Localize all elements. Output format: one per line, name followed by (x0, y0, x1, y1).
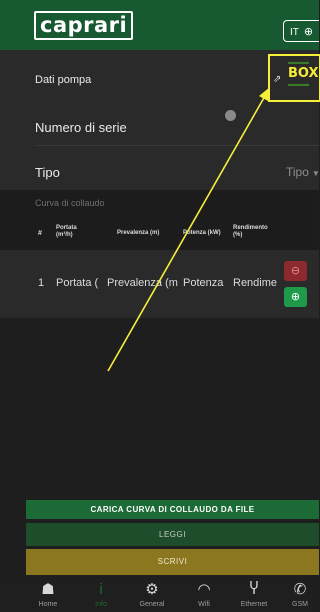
serial-number-label: Numero di serie (35, 120, 127, 135)
load-curve-file-button[interactable]: CARICA CURVA DI COLLAUDO DA FILE (26, 500, 319, 519)
info-icon: i (99, 581, 103, 598)
nav-wifi-label: Wifi (198, 601, 210, 608)
rendimento-input[interactable]: Rendime (233, 277, 279, 289)
write-button[interactable]: SCRIVI (26, 549, 319, 575)
type-select[interactable]: Tipo ▼ (286, 165, 320, 179)
nav-general[interactable]: ⚙ General (127, 577, 177, 612)
language-selector[interactable]: IT ⊕ (283, 20, 319, 42)
minus-circle-icon: ⊖ (290, 265, 301, 277)
curve-table-header: # Portata (m³/h) Prevalenza (m) Potenza … (0, 214, 319, 250)
nav-general-label: General (139, 601, 165, 608)
curve-table-row: 1 Portata ( Prevalenza (m Potenza Rendim… (0, 250, 319, 318)
pump-data-label: Dati pompa (35, 74, 92, 86)
wifi-icon: ◠ (197, 581, 211, 598)
language-code: IT (290, 27, 299, 38)
nav-wifi[interactable]: ◠ Wifi (179, 577, 229, 612)
nav-home-label: Home (38, 601, 58, 608)
potenza-input[interactable]: Potenza (183, 277, 229, 289)
col-rendimento: Rendimento (%) (233, 225, 268, 239)
bottom-navigation: ☗ Home i Info ⚙ General ◠ Wifi Ⴤ Etherne… (0, 577, 319, 612)
col-portata-line1: Portata (56, 225, 77, 231)
type-select-value: Tipo (286, 165, 309, 179)
nav-home[interactable]: ☗ Home (23, 577, 73, 612)
add-row-button[interactable]: ⊕ (284, 287, 307, 307)
plus-circle-icon: ⊕ (290, 291, 301, 303)
chevron-down-icon: ▼ (311, 169, 320, 178)
prevalenza-input[interactable]: Prevalenza (m (107, 277, 178, 289)
read-button[interactable]: LEGGI (26, 523, 319, 546)
row-index: 1 (38, 277, 45, 289)
phone-icon: ✆ (293, 581, 307, 598)
curve-title: Curva di collaudo (35, 198, 105, 208)
gear-icon: ⚙ (145, 581, 159, 598)
col-portata-line2: (m³/h) (56, 232, 73, 238)
remove-row-button[interactable]: ⊖ (284, 261, 307, 281)
col-portata: Portata (m³/h) (56, 225, 77, 239)
curve-section-header: Curva di collaudo (0, 190, 319, 214)
home-icon: ☗ (41, 581, 55, 598)
col-rendimento-line2: (%) (233, 232, 243, 238)
nav-info-label: Info (95, 601, 107, 608)
nav-ethernet[interactable]: Ⴤ Ethernet (229, 577, 279, 612)
nav-gsm-label: GSM (292, 601, 308, 608)
serial-number-field[interactable] (35, 145, 319, 146)
nav-ethernet-label: Ethernet (240, 601, 268, 608)
ethernet-icon: Ⴤ (249, 581, 259, 598)
type-label: Tipo (35, 165, 60, 180)
col-potenza: Potenza (kW) (183, 230, 221, 236)
serial-status-dot (225, 110, 236, 121)
globe-icon: ⊕ (303, 26, 314, 38)
nav-gsm[interactable]: ✆ GSM (281, 577, 319, 612)
col-rendimento-line1: Rendimento (233, 225, 268, 231)
highlight-rectangle (268, 54, 320, 102)
caprari-logo: caprari (34, 11, 134, 40)
col-prevalenza: Prevalenza (m) (117, 230, 160, 236)
portata-input[interactable]: Portata ( (56, 277, 102, 289)
col-index: # (38, 230, 42, 237)
nav-info[interactable]: i Info (76, 577, 126, 612)
app-header: caprari IT ⊕ (0, 0, 319, 50)
